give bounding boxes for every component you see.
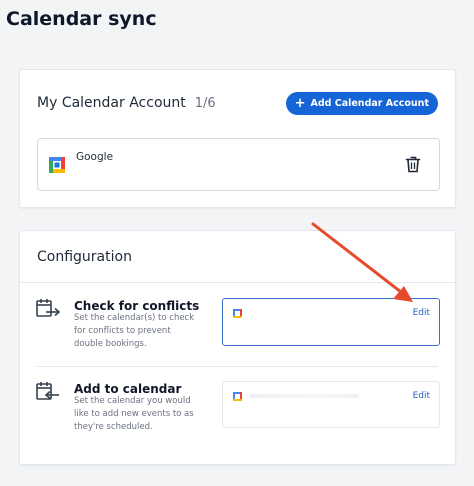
calendar-import-icon: [36, 382, 59, 400]
google-calendar-icon: [49, 157, 65, 173]
add-to-calendar-title: Add to calendar: [74, 382, 182, 396]
accounts-count: 1/6: [194, 95, 216, 111]
target-calendar-box[interactable]: Edit: [222, 381, 440, 428]
account-row-google: Google: [37, 138, 440, 191]
google-calendar-icon: [233, 309, 242, 318]
check-conflicts-description: Set the calendar(s) to check for conflic…: [74, 313, 195, 349]
configuration-card: Configuration Check for conflicts Set th…: [19, 230, 456, 465]
add-calendar-account-button[interactable]: + Add Calendar Account: [285, 91, 438, 115]
calendar-accounts-card: My Calendar Account 1/6 + Add Calendar A…: [19, 69, 456, 208]
configuration-title: Configuration: [37, 249, 132, 265]
trash-icon[interactable]: [405, 156, 421, 173]
accounts-header: My Calendar Account 1/6 + Add Calendar A…: [37, 87, 438, 119]
accounts-title: My Calendar Account: [37, 95, 186, 111]
calendar-export-icon: [36, 299, 61, 317]
edit-conflicts-link[interactable]: Edit: [413, 308, 430, 318]
divider: [37, 366, 438, 367]
account-name: Google: [76, 151, 114, 163]
redacted-calendar-name: [249, 394, 359, 398]
add-to-calendar-description: Set the calendar you would like to add n…: [74, 396, 194, 432]
page-title: Calendar sync: [6, 8, 157, 30]
plus-icon: +: [294, 95, 306, 111]
divider: [20, 282, 455, 283]
google-calendar-icon: [233, 392, 242, 401]
add-calendar-account-label: Add Calendar Account: [310, 97, 429, 109]
edit-add-to-calendar-link[interactable]: Edit: [413, 391, 430, 401]
check-conflicts-title: Check for conflicts: [74, 299, 200, 313]
conflict-calendars-box[interactable]: Edit: [222, 298, 440, 346]
